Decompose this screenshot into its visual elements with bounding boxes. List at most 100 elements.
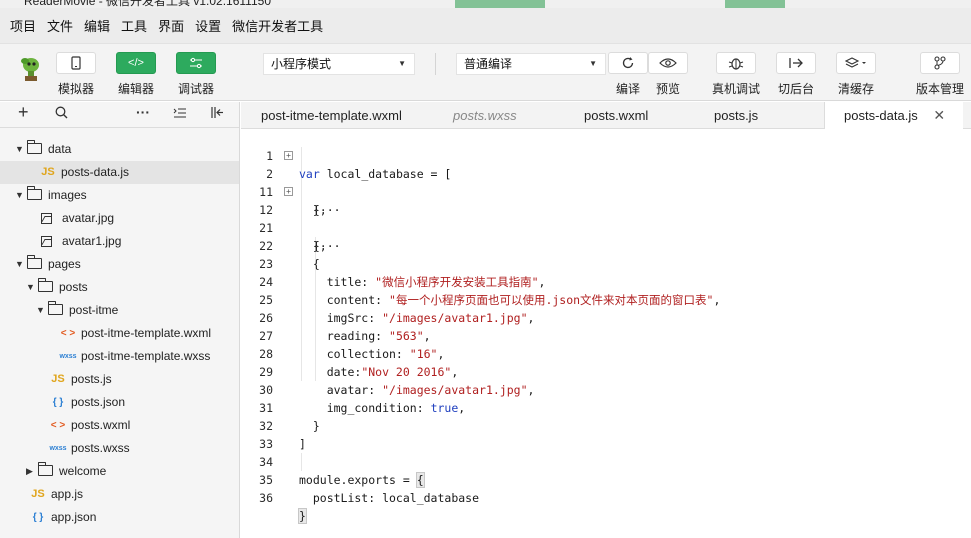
fold-expand-icon[interactable]: +	[284, 187, 293, 196]
menu-settings[interactable]: 设置	[195, 16, 221, 35]
code-text: }	[298, 507, 307, 525]
devtools-window: ReaderMovie - 微信开发者工具 v1.02.1611150 项目 文…	[0, 0, 971, 538]
tree-folder-welcome[interactable]: ▶ welcome	[26, 460, 106, 483]
menu-edit[interactable]: 编辑	[84, 16, 110, 35]
tree-file-app-json[interactable]: { } app.json	[28, 506, 97, 529]
tree-folder-posts[interactable]: ▼ posts	[26, 276, 88, 299]
tree-file-posts-wxml[interactable]: < > posts.wxml	[48, 414, 131, 437]
code-editor[interactable]: 1 var local_database = [ 2 + {··· 11 }, …	[241, 129, 971, 538]
clear-cache-button[interactable]: 清缓存	[836, 52, 876, 97]
code-line: 31 }	[241, 381, 971, 433]
explorer-toolbar: + ···	[0, 102, 239, 128]
bug-icon	[716, 52, 756, 74]
tab-post-itme-template-wxml[interactable]: post-itme-template.wxml	[261, 102, 402, 129]
search-icon[interactable]	[55, 106, 68, 122]
tree-label: pages	[48, 257, 81, 271]
image-file-icon	[41, 236, 52, 247]
tree-file-app-js[interactable]: JS app.js	[28, 483, 83, 506]
menu-tools[interactable]: 工具	[121, 16, 147, 35]
debugger-tool[interactable]: 调试器	[176, 52, 216, 97]
code-line: 33	[241, 417, 971, 451]
tree-file-posts-data-js[interactable]: JS posts-data.js	[0, 161, 239, 184]
tab-posts-wxss[interactable]: posts.wxss	[453, 102, 517, 129]
tree-file-template-wxml[interactable]: < > post-itme-template.wxml	[58, 322, 211, 345]
wxml-file-icon: < >	[60, 328, 76, 339]
close-icon[interactable]: ✕	[933, 107, 945, 123]
js-file-icon: JS	[31, 488, 45, 500]
tree-file-posts-js[interactable]: JS posts.js	[48, 368, 111, 391]
chevron-down-icon: ▼	[15, 259, 24, 269]
menu-interface[interactable]: 界面	[158, 16, 184, 35]
tree-label: post-itme-template.wxss	[81, 349, 211, 363]
background-button[interactable]: 切后台	[776, 52, 816, 97]
hide-panel-icon[interactable]	[210, 106, 224, 122]
wxss-file-icon: wxss	[59, 353, 77, 360]
code-line: 29 avatar: "/images/avatar1.jpg",	[241, 345, 971, 397]
tab-label: posts.js	[714, 108, 759, 123]
tree-folder-data[interactable]: ▼ data	[15, 138, 71, 161]
folder-icon	[38, 278, 53, 292]
menu-file[interactable]: 文件	[47, 16, 73, 35]
compile-label: 编译	[615, 82, 640, 96]
tree-label: welcome	[59, 464, 107, 478]
chevron-down-icon: ▼	[15, 190, 24, 200]
preview-button[interactable]: 预览	[648, 52, 688, 97]
code-line: 36 }	[241, 471, 971, 524]
compile-button[interactable]: 编译	[608, 52, 648, 97]
file-explorer: + ··· ▼ data JS posts-data.js ▼ images avat…	[0, 102, 240, 538]
line-number: 36	[259, 491, 273, 505]
toolbar: 模拟器 </> 编辑器 调试器 小程序模式 ▼ 普通编译 ▼ 编译 预览 真机调…	[0, 44, 971, 101]
folder-icon	[27, 186, 42, 200]
wxss-file-icon: wxss	[49, 445, 67, 452]
tree-file-template-wxss[interactable]: wxss post-itme-template.wxss	[58, 345, 210, 368]
tree-label: data	[48, 142, 72, 156]
tree-file-avatar1-jpg[interactable]: avatar1.jpg	[41, 230, 121, 253]
tree-folder-post-itme[interactable]: ▼ post-itme	[36, 299, 118, 322]
version-button[interactable]: 版本管理	[916, 52, 964, 97]
code-line: 23 title: "微信小程序开发安装工具指南",	[241, 237, 971, 289]
tree-file-posts-wxss[interactable]: wxss posts.wxss	[48, 437, 130, 460]
user-avatar[interactable]	[17, 54, 45, 82]
code-line: 24 content: "每一个小程序页面也可以使用.json文件来对本页面的窗…	[241, 255, 971, 307]
simulator-label: 模拟器	[57, 82, 94, 96]
code-line: 11 },	[241, 165, 971, 217]
json-file-icon: { }	[32, 512, 44, 523]
title-bar-tab-strip	[725, 0, 785, 8]
image-file-icon	[41, 213, 52, 224]
menu-wechat-devtools[interactable]: 微信开发者工具	[232, 16, 323, 35]
background-label: 切后台	[777, 82, 814, 96]
remote-debug-button[interactable]: 真机调试	[712, 52, 760, 97]
simulator-tool[interactable]: 模拟器	[56, 52, 96, 97]
editor-tool[interactable]: </> 编辑器	[116, 52, 156, 97]
tab-posts-wxml[interactable]: posts.wxml	[584, 102, 648, 129]
debugger-label: 调试器	[177, 82, 214, 96]
fold-expand-icon[interactable]: +	[284, 151, 293, 160]
tree-label: post-itme-template.wxml	[81, 326, 212, 340]
wxml-file-icon: < >	[50, 420, 66, 431]
tree-label: posts	[59, 280, 88, 294]
tree-label: posts.json	[71, 395, 126, 409]
caret-down-icon: ▼	[589, 59, 597, 68]
tab-posts-data-js[interactable]: posts-data.js ✕	[824, 102, 964, 130]
mode-select[interactable]: 小程序模式 ▼	[263, 53, 415, 75]
tab-label: posts.wxml	[584, 108, 649, 123]
code-line: 30 img_condition: true,	[241, 363, 971, 415]
compile-mode-select[interactable]: 普通编译 ▼	[456, 53, 606, 75]
code-line: 28 date:"Nov 20 2016",	[241, 327, 971, 379]
menu-project[interactable]: 项目	[10, 16, 36, 35]
tree-file-avatar-jpg[interactable]: avatar.jpg	[41, 207, 114, 230]
folder-icon	[27, 255, 42, 269]
tree-file-posts-json[interactable]: { } posts.json	[48, 391, 125, 414]
tree-folder-pages[interactable]: ▼ pages	[15, 253, 81, 276]
code-line: 25 imgSrc: "/images/avatar1.jpg",	[241, 273, 971, 325]
tab-posts-js[interactable]: posts.js	[714, 102, 758, 129]
mode-select-value: 小程序模式	[271, 57, 332, 71]
collapse-list-icon[interactable]	[173, 106, 187, 122]
add-icon[interactable]: +	[18, 102, 29, 123]
tree-label: posts.wxss	[71, 441, 130, 455]
caret-down-icon: ▼	[398, 59, 406, 68]
window-title: ReaderMovie - 微信开发者工具 v1.02.1611150	[24, 0, 271, 8]
tree-folder-images[interactable]: ▼ images	[15, 184, 87, 207]
more-icon[interactable]: ···	[136, 104, 150, 120]
eye-icon	[648, 52, 688, 74]
